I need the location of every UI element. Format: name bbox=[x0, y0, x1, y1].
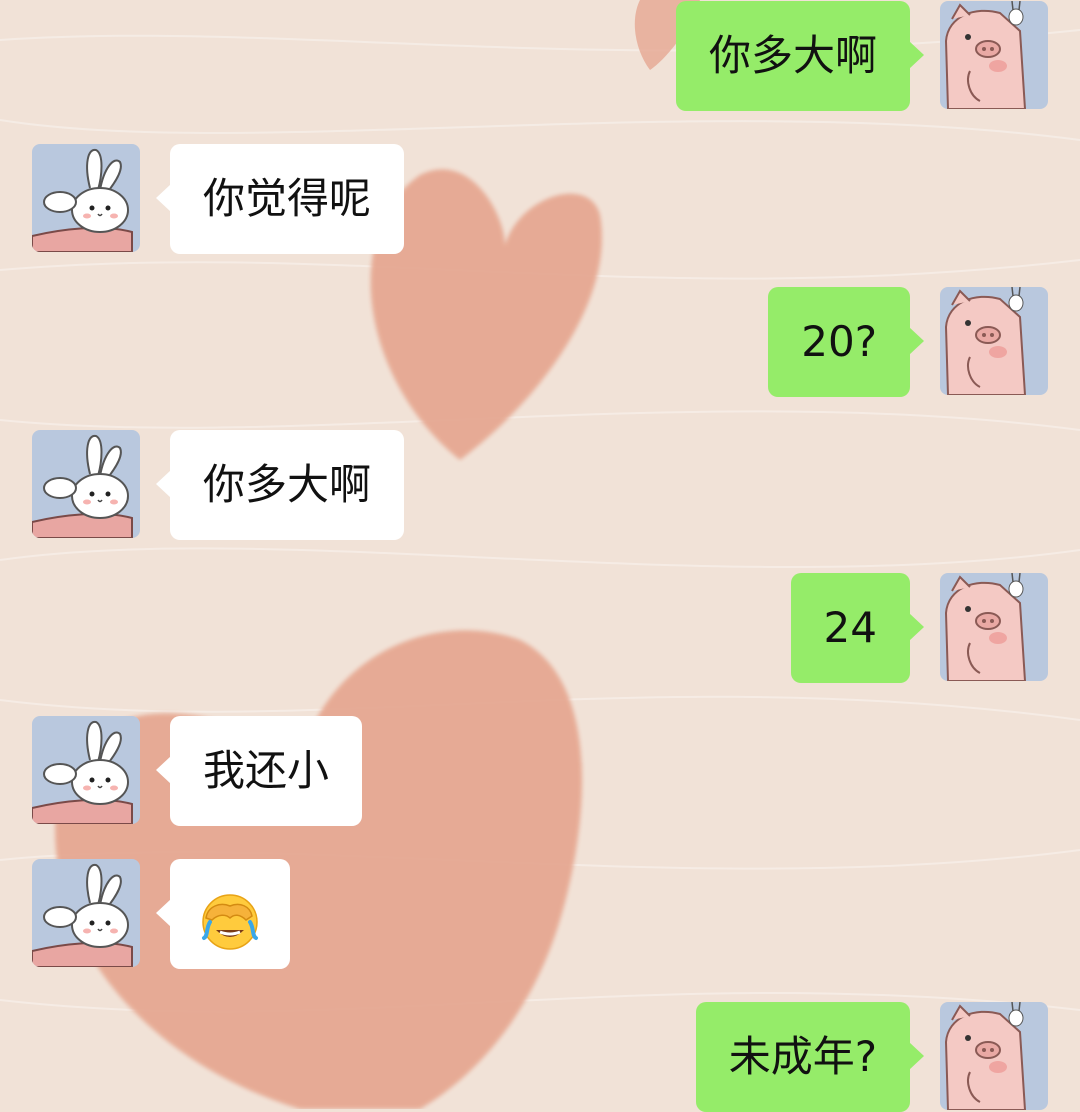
face-palm-laughing-emoji bbox=[202, 894, 258, 950]
message-row: 未成年? bbox=[0, 1002, 1080, 1112]
their-emoji-bubble[interactable] bbox=[156, 859, 290, 969]
message-row: 你多大啊 bbox=[0, 1, 1080, 111]
pig-avatar[interactable] bbox=[940, 1002, 1048, 1110]
my-message-bubble[interactable]: 20? bbox=[768, 287, 924, 397]
message-row: 20? bbox=[0, 287, 1080, 397]
bunny-avatar[interactable] bbox=[32, 144, 140, 252]
bunny-avatar[interactable] bbox=[32, 430, 140, 538]
their-message-bubble[interactable]: 我还小 bbox=[155, 716, 363, 826]
message-row: 我还小 bbox=[0, 716, 1080, 826]
pig-avatar[interactable] bbox=[940, 1, 1048, 109]
pig-avatar[interactable] bbox=[940, 287, 1048, 395]
pig-avatar[interactable] bbox=[940, 573, 1048, 681]
my-message-bubble[interactable]: 你多大啊 bbox=[675, 1, 925, 111]
message-row: 你觉得呢 bbox=[0, 144, 1080, 254]
message-row: 24 bbox=[0, 573, 1080, 683]
message-row bbox=[0, 859, 1080, 969]
my-message-bubble[interactable]: 未成年? bbox=[695, 1002, 925, 1112]
bunny-avatar[interactable] bbox=[32, 859, 140, 967]
message-row: 你多大啊 bbox=[0, 430, 1080, 540]
bunny-avatar[interactable] bbox=[32, 716, 140, 824]
their-message-bubble[interactable]: 你多大啊 bbox=[155, 430, 405, 540]
my-message-bubble[interactable]: 24 bbox=[790, 573, 925, 683]
their-message-bubble[interactable]: 你觉得呢 bbox=[155, 144, 405, 254]
